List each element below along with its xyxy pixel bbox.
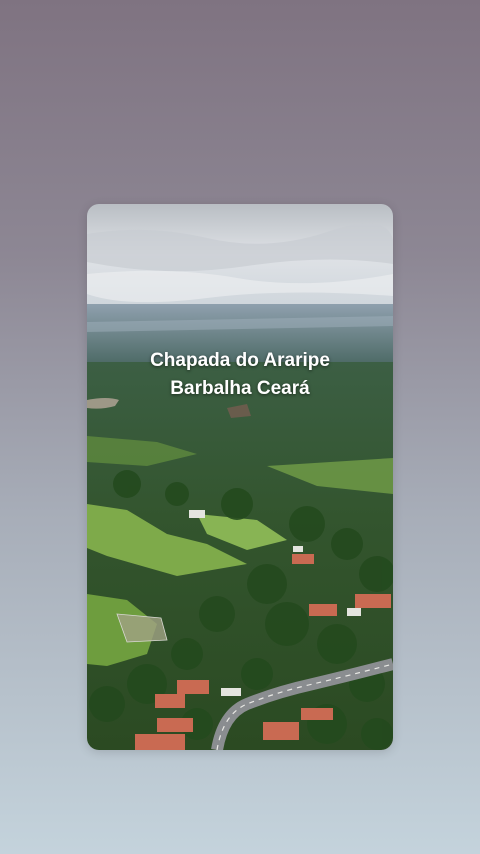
caption-line-place: Chapada do Araripe bbox=[150, 350, 330, 371]
story-screen: { "photo": { "caption_line1": "Chapada d… bbox=[0, 0, 480, 854]
caption-line-city: Barbalha Ceará bbox=[170, 378, 310, 399]
photo-caption: Chapada do Araripe Barbalha Ceará bbox=[87, 347, 393, 403]
aerial-landscape-photo bbox=[87, 204, 393, 750]
photo-card[interactable]: Chapada do Araripe Barbalha Ceará bbox=[87, 204, 393, 750]
